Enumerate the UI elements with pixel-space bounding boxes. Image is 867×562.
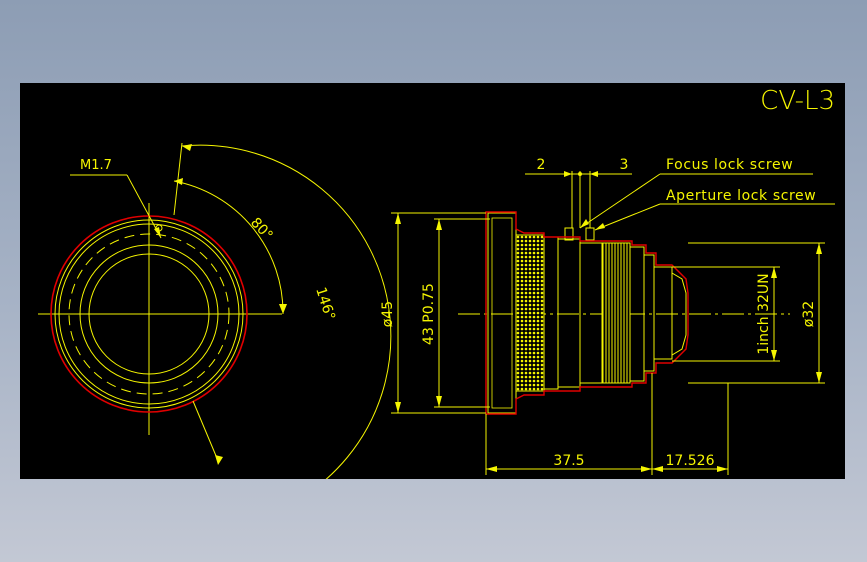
focus-ring-knurl — [515, 234, 545, 392]
focus-lock-label: Focus lock screw — [666, 157, 793, 173]
front-view: M1.7 80° 146° — [38, 142, 392, 479]
drawing-title: CV-L3 — [760, 86, 835, 116]
len-17-526-label: 17.526 — [666, 453, 715, 469]
dim-2-label: 2 — [537, 157, 546, 173]
dia-45-label: ø45 — [380, 301, 396, 327]
aperture-ring-grip — [601, 242, 631, 384]
aperture-lock-screw — [585, 227, 595, 241]
thread-43-label: 43 P0.75 — [421, 283, 437, 345]
angle-146-label: 146° — [312, 285, 338, 322]
aperture-leader — [594, 203, 661, 231]
len-37-5-label: 37.5 — [553, 453, 584, 469]
side-view: ø45 43 P0.75 1inch 32UN ø32 37.5 17.526 — [380, 157, 835, 475]
aperture-lock-label: Aperture lock screw — [666, 188, 816, 204]
angle-arc-80 — [173, 180, 284, 315]
dim-3-label: 3 — [620, 157, 629, 173]
dia-32-label: ø32 — [801, 301, 817, 327]
mount-label: 1inch 32UN — [756, 273, 772, 354]
cad-viewport[interactable]: CV-L3 M1.7 80° 146° ø45 43 P0.75 1inch 3… — [20, 83, 845, 479]
angle-80-label: 80° — [247, 215, 276, 244]
cad-drawing: CV-L3 M1.7 80° 146° ø45 43 P0.75 1inch 3… — [38, 86, 835, 479]
focus-lock-screw — [564, 227, 574, 241]
mount-section — [653, 266, 673, 360]
screw-label: M1.7 — [80, 158, 112, 173]
